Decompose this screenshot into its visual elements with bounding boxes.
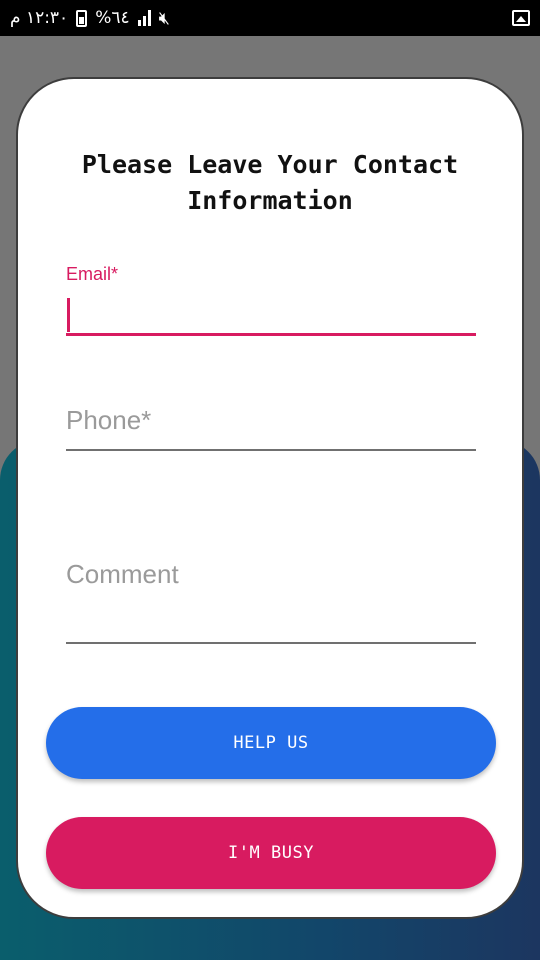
email-label: Email* [66,264,119,284]
comment-placeholder: Comment [66,559,179,589]
signal-icon [137,10,151,26]
text-cursor [67,298,70,332]
help-us-button[interactable]: HELP US [46,707,496,779]
contact-dialog: Please Leave Your Contact Information Em… [16,77,524,919]
status-left: ١٢:٣٠ م %٦٤ 🔇︎ [10,8,170,29]
dialog-title: Please Leave Your Contact Information [81,150,459,215]
image-icon [512,10,530,26]
battery-percentage: %٦٤ [95,8,130,28]
im-busy-button[interactable]: I'M BUSY [46,817,496,889]
status-bar: ١٢:٣٠ م %٦٤ 🔇︎ [0,0,540,36]
phone-field[interactable]: Phone* [66,405,476,451]
email-field[interactable]: Email* [66,264,476,338]
comment-field[interactable]: Comment [66,559,476,644]
phone-placeholder: Phone* [66,405,152,435]
mute-icon: 🔇︎ [158,7,170,29]
battery-icon [76,9,88,27]
status-time: ١٢:٣٠ م [10,8,69,28]
email-input[interactable] [66,294,476,336]
